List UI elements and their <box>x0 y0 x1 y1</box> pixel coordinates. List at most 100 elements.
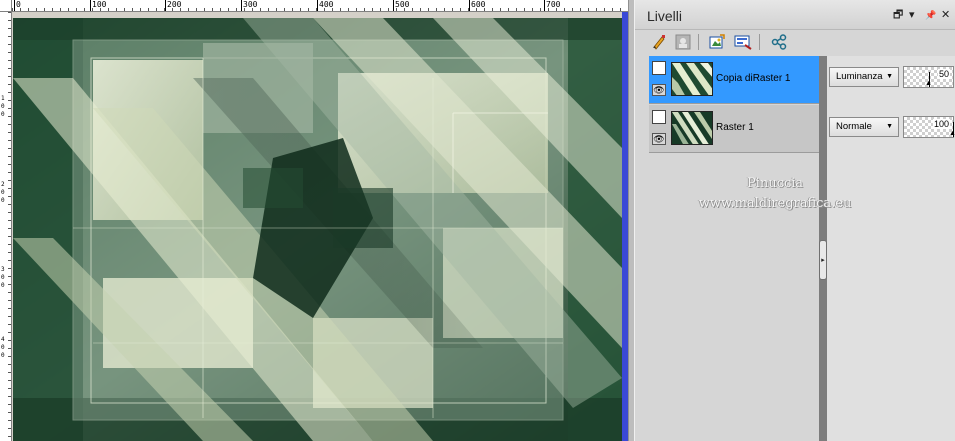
document-area: 0 100 200 300 400 500 600 700 100200300400 <box>0 0 628 441</box>
ruler-tick <box>241 0 242 11</box>
ruler-minor-tick <box>8 412 11 413</box>
ruler-minor-tick <box>540 8 541 11</box>
ruler-minor-tick <box>308 8 309 11</box>
blend-mode-value: Luminanza <box>836 71 883 82</box>
chevron-down-icon: ▼ <box>886 123 893 130</box>
layers-toolbar <box>635 30 955 54</box>
ruler-tick-label: 0 <box>1 352 5 359</box>
ruler-minor-tick <box>8 196 11 197</box>
float-panel-icon[interactable]: 🗗 <box>893 9 903 21</box>
layer-properties-icon[interactable] <box>707 32 727 52</box>
ruler-tick <box>14 0 15 11</box>
layer-type-icon[interactable] <box>652 61 666 75</box>
ruler-minor-tick <box>612 8 613 11</box>
ruler-minor-tick <box>356 8 357 11</box>
ruler-minor-tick <box>8 212 11 213</box>
ruler-minor-tick <box>28 8 29 11</box>
watermark-url: www.maldiregrafica.eu <box>698 196 852 211</box>
ruler-tick-label: 300 <box>243 0 258 9</box>
ruler-minor-tick <box>8 132 11 133</box>
blend-mode-dropdown[interactable]: Luminanza ▼ <box>829 67 899 87</box>
ruler-tick-label: 0 <box>1 274 5 281</box>
ruler-minor-tick <box>196 8 197 11</box>
layers-panel: Livelli 🗗 ▾ 📌 ✕ 👁 Copia diRaster 1 👁 Ras… <box>634 0 955 441</box>
ruler-minor-tick <box>8 28 11 29</box>
panel-menu-icon[interactable]: ▾ <box>909 9 915 21</box>
ruler-minor-tick <box>148 8 149 11</box>
ruler-minor-tick <box>8 292 11 293</box>
ruler-minor-tick <box>420 8 421 11</box>
ruler-minor-tick <box>84 8 85 11</box>
layer-properties-column: Luminanza ▼ ▲ 50 Normale ▼ ▲ 100 <box>827 56 955 441</box>
layer-row-copia-di-raster-1[interactable]: 👁 Copia diRaster 1 <box>649 56 819 104</box>
ruler-minor-tick <box>8 324 11 325</box>
ruler-minor-tick <box>412 8 413 11</box>
image-canvas[interactable] <box>13 18 622 441</box>
ruler-minor-tick <box>180 8 181 11</box>
ruler-minor-tick <box>380 8 381 11</box>
ruler-minor-tick <box>484 8 485 11</box>
ruler-minor-tick <box>8 316 11 317</box>
mask-icon[interactable] <box>673 32 693 52</box>
ruler-minor-tick <box>244 8 245 11</box>
layer-row-raster-1[interactable]: 👁 Raster 1 <box>649 105 819 153</box>
ruler-minor-tick <box>452 8 453 11</box>
ruler-minor-tick <box>108 8 109 11</box>
ruler-minor-tick <box>12 8 13 11</box>
share-icon[interactable] <box>769 32 789 52</box>
ruler-minor-tick <box>268 8 269 11</box>
ruler-minor-tick <box>580 8 581 11</box>
ruler-minor-tick <box>8 68 11 69</box>
ruler-tick-label: 0 <box>1 111 5 118</box>
ruler-tick-label: 2 <box>1 181 5 188</box>
ruler-minor-tick <box>276 8 277 11</box>
ruler-minor-tick <box>8 156 11 157</box>
ruler-minor-tick <box>8 108 11 109</box>
brush-edit-icon[interactable] <box>649 32 669 52</box>
ruler-tick-label: 500 <box>395 0 410 9</box>
ruler-minor-tick <box>8 60 11 61</box>
watermark-name: Pinuccia <box>746 176 804 191</box>
blend-mode-dropdown[interactable]: Normale ▼ <box>829 117 899 137</box>
ruler-minor-tick <box>8 436 11 437</box>
opacity-value: 50 <box>937 69 950 79</box>
ruler-minor-tick <box>8 332 11 333</box>
layer-options-icon[interactable] <box>733 32 753 52</box>
toolbar-separator <box>759 34 760 50</box>
close-panel-icon[interactable]: ✕ <box>941 9 950 21</box>
ruler-minor-tick <box>212 8 213 11</box>
opacity-slider[interactable]: ▲ 100 <box>903 116 955 138</box>
ruler-minor-tick <box>8 188 11 189</box>
splitter-handle[interactable]: ▸ <box>819 240 827 280</box>
ruler-minor-tick <box>8 276 11 277</box>
ruler-minor-tick <box>8 252 11 253</box>
ruler-tick <box>393 0 394 11</box>
ruler-minor-tick <box>20 8 21 11</box>
opacity-slider[interactable]: ▲ 50 <box>903 66 954 88</box>
ruler-minor-tick <box>8 76 11 77</box>
ruler-minor-tick <box>372 8 373 11</box>
opacity-value: 100 <box>932 119 950 129</box>
ruler-minor-tick <box>396 8 397 11</box>
ruler-minor-tick <box>364 8 365 11</box>
layer-type-icon[interactable] <box>652 110 666 124</box>
ruler-minor-tick <box>8 20 11 21</box>
visibility-eye-icon[interactable]: 👁 <box>652 133 666 145</box>
ruler-minor-tick <box>348 8 349 11</box>
pin-icon[interactable]: 📌 <box>925 9 936 21</box>
ruler-minor-tick <box>620 8 621 11</box>
layer-name[interactable]: Raster 1 <box>716 122 754 133</box>
ruler-minor-tick <box>8 124 11 125</box>
ruler-minor-tick <box>556 8 557 11</box>
ruler-minor-tick <box>8 284 11 285</box>
layer-name[interactable]: Copia diRaster 1 <box>716 73 790 84</box>
ruler-minor-tick <box>116 8 117 11</box>
ruler-minor-tick <box>204 8 205 11</box>
ruler-minor-tick <box>124 8 125 11</box>
ruler-minor-tick <box>564 8 565 11</box>
ruler-minor-tick <box>8 396 11 397</box>
ruler-minor-tick <box>524 8 525 11</box>
ruler-tick-label: 0 <box>1 282 5 289</box>
visibility-eye-icon[interactable]: 👁 <box>652 84 666 96</box>
ruler-minor-tick <box>8 300 11 301</box>
